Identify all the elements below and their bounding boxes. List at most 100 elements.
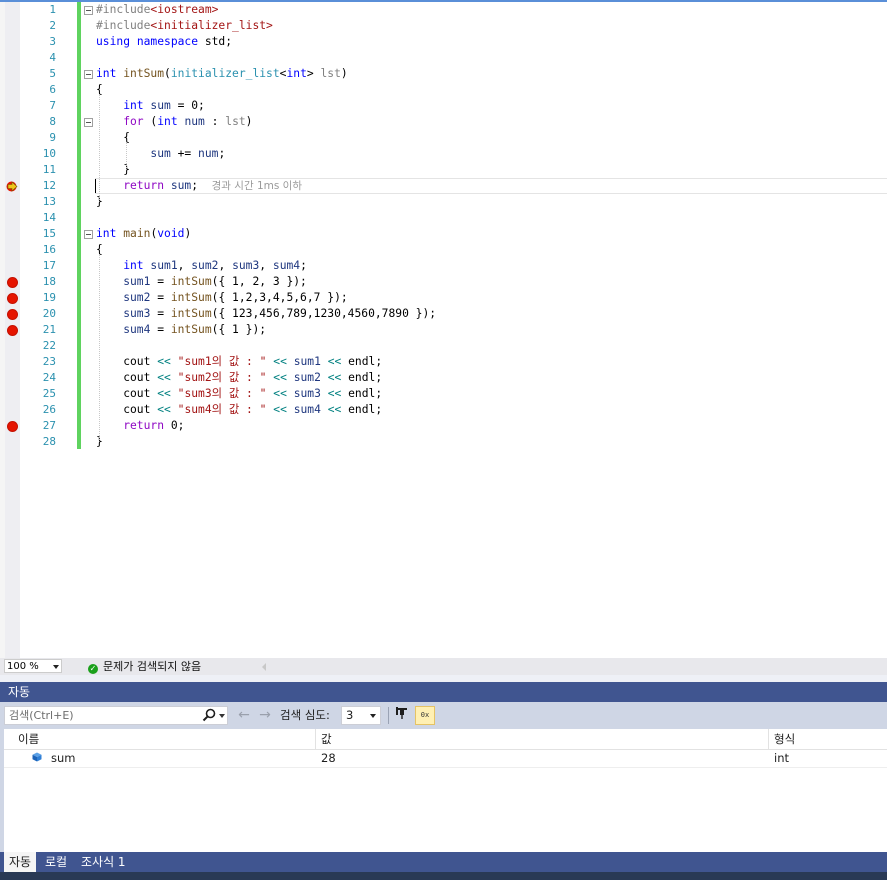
arrow-right-icon[interactable]: → (256, 705, 274, 725)
breakpoint-icon[interactable] (7, 421, 18, 432)
code-line[interactable]: cout << "sum1의 값 : " << sum1 << endl; (96, 354, 382, 370)
column-header-name[interactable]: 이름 (18, 729, 39, 749)
pin-filter-icon[interactable] (393, 706, 411, 725)
search-icon[interactable] (202, 708, 218, 723)
code-token: = (150, 291, 171, 304)
code-line[interactable]: int sum = 0; (96, 98, 205, 114)
line-number[interactable]: 20 (22, 306, 56, 322)
code-line[interactable]: cout << "sum2의 값 : " << sum2 << endl; (96, 370, 382, 386)
line-number[interactable]: 22 (22, 338, 56, 354)
row-value-cell[interactable]: 28 (321, 749, 336, 767)
line-number[interactable]: 11 (22, 162, 56, 178)
current-statement-arrow-icon[interactable] (6, 181, 19, 192)
column-divider[interactable] (315, 729, 316, 749)
line-number[interactable]: 4 (22, 50, 56, 66)
code-token: std; (204, 35, 233, 48)
code-line[interactable]: sum3 = intSum({ 123,456,789,1230,4560,78… (96, 306, 436, 322)
line-number[interactable]: 6 (22, 82, 56, 98)
arrow-left-icon[interactable]: ← (235, 705, 253, 725)
code-token: int (157, 115, 185, 128)
autos-window-title[interactable]: 자동 (0, 682, 887, 702)
tab-watch-1[interactable]: 조사식 1 (76, 852, 131, 872)
code-line[interactable]: sum2 = intSum({ 1,2,3,4,5,6,7 }); (96, 290, 347, 306)
code-line[interactable]: } (96, 162, 130, 178)
code-line[interactable]: sum4 = intSum({ 1 }); (96, 322, 266, 338)
line-number[interactable]: 27 (22, 418, 56, 434)
code-line[interactable]: int main(void) (96, 226, 191, 242)
row-name-cell[interactable]: sum (51, 749, 75, 767)
panel-splitter[interactable] (0, 675, 887, 682)
code-token: << (157, 387, 171, 400)
line-number[interactable]: 2 (22, 18, 56, 34)
code-line[interactable]: int intSum(initializer_list<int> lst) (96, 66, 348, 82)
code-token: "sum2의 값 : " (177, 371, 267, 384)
collapse-region-icon[interactable] (84, 230, 93, 239)
line-number[interactable]: 28 (22, 434, 56, 450)
breakpoint-icon[interactable] (7, 277, 18, 288)
breakpoint-icon[interactable] (7, 293, 18, 304)
autos-search-input[interactable]: 검색(Ctrl+E) (4, 706, 228, 725)
line-number[interactable]: 3 (22, 34, 56, 50)
code-token: "sum3의 값 : " (177, 387, 267, 400)
line-number[interactable]: 10 (22, 146, 56, 162)
line-number[interactable]: 26 (22, 402, 56, 418)
code-line[interactable]: return sum; 경과 시간 1ms 이하 (96, 178, 302, 194)
line-number[interactable]: 17 (22, 258, 56, 274)
search-depth-select[interactable]: 3 (341, 706, 381, 725)
line-number[interactable]: 25 (22, 386, 56, 402)
line-number[interactable]: 16 (22, 242, 56, 258)
collapse-region-icon[interactable] (84, 118, 93, 127)
code-token: cout (96, 403, 158, 416)
code-editor[interactable]: #include<iostream> #include<initializer_l… (0, 0, 887, 658)
search-depth-value: 3 (346, 708, 354, 722)
code-line[interactable]: { (96, 130, 130, 146)
hexadecimal-display-icon[interactable]: 0x (415, 706, 435, 725)
tab-locals[interactable]: 로컬 (40, 852, 72, 872)
code-token: num (184, 115, 205, 128)
breakpoint-icon[interactable] (7, 309, 18, 320)
column-header-value[interactable]: 값 (321, 729, 332, 749)
line-number[interactable]: 24 (22, 370, 56, 386)
code-line[interactable]: #include<iostream> (96, 2, 218, 18)
zoom-dropdown[interactable]: 100 % (4, 659, 62, 673)
column-divider[interactable] (768, 729, 769, 749)
issues-indicator[interactable]: ✓ 문제가 검색되지 않음 (88, 658, 201, 675)
code-token: using (96, 35, 137, 48)
code-line[interactable]: for (int num : lst) (96, 114, 252, 130)
code-line[interactable]: return 0; (96, 418, 184, 434)
code-token: int (96, 227, 124, 240)
code-line[interactable]: int sum1, sum2, sum3, sum4; (96, 258, 307, 274)
code-line[interactable]: sum1 = intSum({ 1, 2, 3 }); (96, 274, 307, 290)
code-line[interactable]: #include<initializer_list> (96, 18, 273, 34)
line-number[interactable]: 5 (22, 66, 56, 82)
code-line[interactable]: using namespace std; (96, 34, 232, 50)
line-number[interactable]: 15 (22, 226, 56, 242)
line-number[interactable]: 9 (22, 130, 56, 146)
collapse-region-icon[interactable] (84, 70, 93, 79)
code-line[interactable]: cout << "sum4의 값 : " << sum4 << endl; (96, 402, 382, 418)
search-options-chevron-icon[interactable] (219, 714, 225, 718)
code-token: = (150, 307, 171, 320)
line-number[interactable]: 18 (22, 274, 56, 290)
code-token: int (286, 67, 307, 80)
line-number[interactable]: 12 (22, 178, 56, 194)
code-line[interactable]: cout << "sum3의 값 : " << sum3 << endl; (96, 386, 382, 402)
tab-autos[interactable]: 자동 (4, 852, 37, 872)
line-number[interactable]: 21 (22, 322, 56, 338)
code-line[interactable]: sum += num; (96, 146, 225, 162)
scroll-left-arrow-icon[interactable] (262, 663, 266, 671)
column-header-type[interactable]: 형식 (774, 729, 795, 749)
collapse-region-icon[interactable] (84, 6, 93, 15)
line-number[interactable]: 19 (22, 290, 56, 306)
line-number[interactable]: 23 (22, 354, 56, 370)
line-number[interactable]: 8 (22, 114, 56, 130)
line-number[interactable]: 7 (22, 98, 56, 114)
code-token: lst (225, 115, 246, 128)
line-number[interactable]: 13 (22, 194, 56, 210)
line-number[interactable]: 14 (22, 210, 56, 226)
line-number[interactable]: 1 (22, 2, 56, 18)
breakpoint-icon[interactable] (7, 325, 18, 336)
